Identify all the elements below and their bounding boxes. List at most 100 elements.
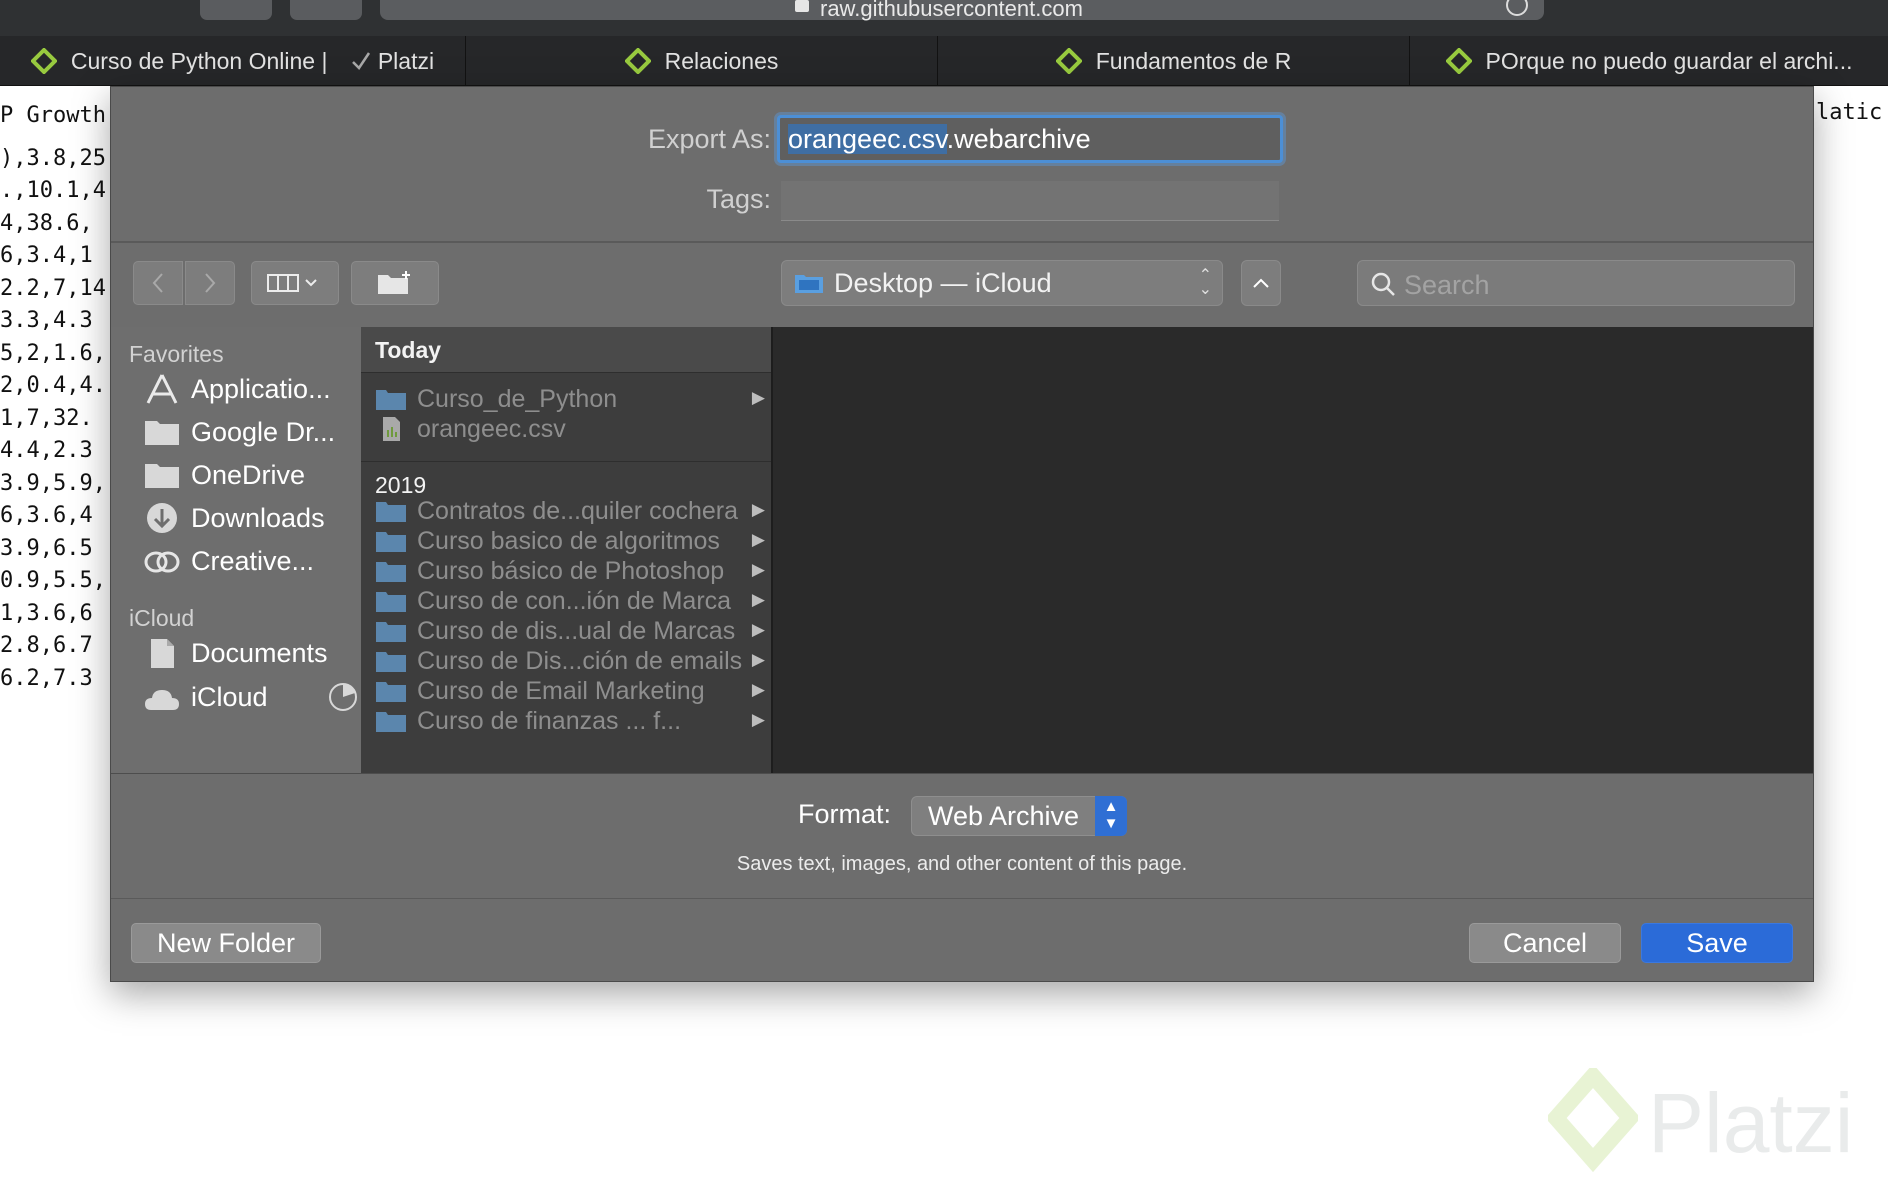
url-text: raw.githubusercontent.com — [820, 0, 1083, 21]
disclosure-arrow-icon: ▶ — [751, 650, 765, 669]
disclosure-arrow-icon: ▶ — [751, 560, 765, 579]
sidebar-item-label: Applicatio... — [191, 373, 331, 404]
raw-data-line: 6,3.4,1 — [0, 243, 93, 268]
raw-data-line: 2,0.4,4. — [0, 373, 106, 398]
sidebar-item-label: Google Dr... — [191, 416, 336, 447]
save-button[interactable]: Save — [1641, 923, 1793, 963]
filename-input[interactable]: orangeec.csv.webarchive — [777, 115, 1283, 163]
item-label: Curso de finanzas ... f... — [417, 706, 682, 735]
platzi-watermark: Platzi — [1548, 1068, 1853, 1178]
file-browser-empty-column — [773, 327, 1813, 773]
cancel-button[interactable]: Cancel — [1469, 923, 1621, 963]
disclosure-arrow-icon: ▶ — [751, 500, 765, 519]
folder-icon — [376, 562, 406, 582]
applications-icon — [146, 374, 178, 404]
tab-title: Fundamentos de R — [1095, 47, 1292, 74]
raw-data-line: .,10.1,4 — [0, 178, 106, 203]
item-label: Curso de Email Marketing — [417, 676, 705, 705]
item-label: Curso básico de Photoshop — [417, 556, 725, 585]
toolbar-button-2[interactable] — [290, 0, 362, 20]
location-label: Desktop — iCloud — [834, 267, 1052, 298]
raw-data-line: 6,3.6,4 — [0, 503, 93, 528]
tags-label: Tags: — [706, 184, 771, 214]
tab-curso-python[interactable]: Curso de Python Online | Platzi — [0, 36, 466, 86]
cloud-icon — [145, 690, 179, 710]
list-item-folder[interactable]: Curso de finanzas ... f... ▶ — [361, 703, 771, 739]
platzi-favicon-icon — [1055, 48, 1082, 74]
disclosure-arrow-icon: ▶ — [751, 388, 765, 407]
folder-icon — [376, 682, 406, 702]
check-icon — [351, 52, 370, 70]
list-item-file[interactable]: orangeec.csv — [361, 411, 771, 447]
sidebar-item-icloud-drive[interactable]: iCloud — [143, 677, 357, 717]
filename-extension-text: .webarchive — [946, 124, 1091, 154]
raw-data-line: 0.9,5.5, — [0, 568, 106, 593]
disclosure-arrow-icon: ▶ — [751, 680, 765, 699]
raw-data-line: 5,2,1.6, — [0, 340, 106, 366]
sidebar-item-creative-cloud[interactable]: Creative... — [143, 541, 314, 581]
icloud-header: iCloud — [129, 605, 195, 631]
folder-icon — [145, 421, 179, 445]
platzi-favicon-icon — [1445, 48, 1472, 74]
icloud-progress-icon — [329, 683, 357, 711]
section-header-today: Today — [361, 327, 771, 373]
new-folder-button[interactable]: New Folder — [131, 923, 321, 963]
raw-data-line: 6.2,7.3 — [0, 665, 93, 691]
sidebar-item-label: iCloud — [191, 681, 268, 712]
tab-fundamentos-r[interactable]: Fundamentos de R — [938, 36, 1410, 86]
documents-icon — [151, 639, 174, 668]
tab-porque-no-puedo[interactable]: POrque no puedo guardar el archi... — [1410, 36, 1888, 86]
tab-relaciones[interactable]: Relaciones — [466, 36, 938, 86]
disclosure-arrow-icon: ▶ — [751, 620, 765, 639]
divider — [111, 773, 1813, 774]
sidebar-item-label: Downloads — [191, 502, 325, 533]
reload-icon[interactable] — [1506, 0, 1528, 16]
sidebar-item-label: Creative... — [191, 545, 315, 576]
updown-chevron-icon: ⌃ ⌄ — [1198, 267, 1212, 298]
export-dialog: Export As: orangeec.csv.webarchive Tags:… — [110, 86, 1814, 982]
search-input[interactable]: Search — [1357, 260, 1795, 306]
tags-input[interactable] — [781, 181, 1279, 221]
raw-data-line: 1,3.6,6 — [0, 600, 93, 626]
disclosure-arrow-icon: ▶ — [751, 530, 765, 549]
folder-icon — [376, 390, 406, 410]
raw-csv-text: P Growth),3.8,25 .,10.1,4 4,38.6, 6,3.4,1 2.… — [0, 86, 110, 695]
sidebar: Favorites Applicatio... Google Dr... One… — [111, 327, 361, 773]
raw-data-line: 4.4,2.3 — [0, 438, 93, 463]
view-mode-button[interactable] — [251, 261, 339, 305]
divider — [111, 898, 1813, 899]
toolbar-button-1[interactable] — [200, 0, 272, 20]
creative-cloud-icon — [144, 551, 180, 573]
folder-icon — [376, 532, 406, 552]
back-button[interactable] — [133, 261, 183, 305]
sidebar-item-downloads[interactable]: Downloads — [143, 498, 325, 538]
item-label: Contratos de...quiler cochera — [417, 496, 739, 525]
sidebar-item-documents[interactable]: Documents — [143, 633, 328, 673]
address-bar[interactable]: raw.githubusercontent.com — [380, 0, 1544, 21]
sidebar-item-applications[interactable]: Applicatio... — [143, 369, 331, 409]
tab-bar: Curso de Python Online | Platzi Relacion… — [0, 36, 1888, 86]
item-label: Curso de dis...ual de Marcas — [417, 616, 736, 645]
item-label: Curso de con...ión de Marca — [417, 586, 732, 615]
folder-icon — [376, 712, 406, 732]
sidebar-item-google-drive[interactable]: Google Dr... — [143, 412, 335, 452]
raw-data-line: 4,38.6, — [0, 210, 93, 236]
platzi-wordmark: Platzi — [1648, 1075, 1854, 1170]
disclosure-arrow-icon: ▶ — [751, 710, 765, 729]
format-select[interactable]: Web Archive ▲ ▼ — [911, 796, 1127, 836]
platzi-favicon-icon — [30, 48, 57, 74]
location-popup[interactable]: Desktop — iCloud ⌃ ⌄ — [781, 260, 1223, 306]
raw-csv-text-right: latic — [1816, 100, 1883, 125]
item-label: Curso de Dis...ción de emails — [417, 646, 743, 675]
folder-icon — [376, 502, 406, 522]
collapse-button[interactable] — [1241, 260, 1281, 306]
sidebar-item-onedrive[interactable]: OneDrive — [143, 455, 305, 495]
tab-title: Curso de Python Online | — [70, 47, 328, 74]
forward-button[interactable] — [185, 261, 235, 305]
folder-icon — [376, 592, 406, 612]
folder-icon — [145, 464, 179, 488]
new-folder-icon-button[interactable] — [351, 261, 439, 305]
csv-file-icon — [383, 417, 400, 441]
desktop-folder-icon — [795, 275, 823, 293]
chevron-left-icon — [152, 273, 163, 293]
